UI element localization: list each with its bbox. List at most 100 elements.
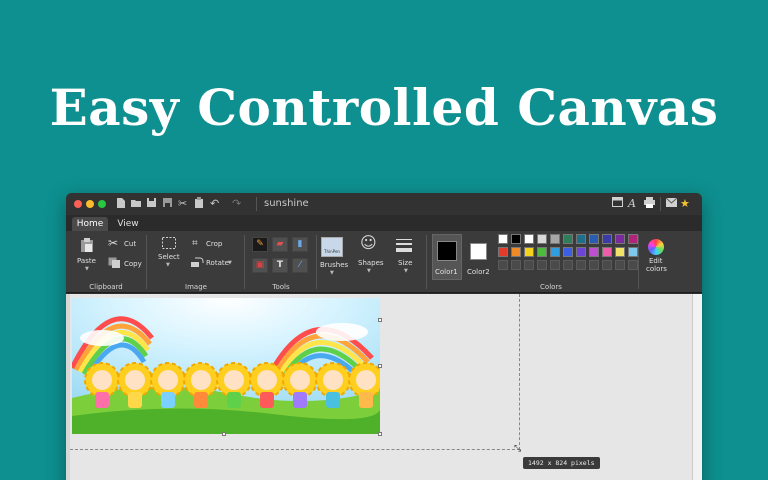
palette-swatch[interactable] [615, 260, 625, 270]
palette-swatch[interactable] [563, 247, 573, 257]
text-tool-icon[interactable]: T [272, 258, 288, 273]
title-right-divider [660, 197, 661, 211]
save-icon[interactable] [146, 197, 157, 212]
palette-swatch[interactable] [524, 247, 534, 257]
palette-swatch[interactable] [524, 260, 534, 270]
palette-swatch[interactable] [537, 247, 547, 257]
select-icon[interactable] [162, 237, 176, 251]
brushes-label[interactable]: Brushes [320, 261, 348, 269]
title-divider [256, 197, 257, 211]
document-title: sunshine [264, 198, 309, 209]
shapes-dropdown-icon[interactable]: ▼ [367, 268, 371, 274]
palette-swatch[interactable] [498, 234, 508, 244]
zoom-window-button[interactable] [98, 200, 106, 208]
paste-label[interactable]: Paste [77, 257, 96, 265]
select-dropdown-icon[interactable]: ▼ [166, 262, 170, 268]
palette-swatch[interactable] [576, 247, 586, 257]
ribbon-divider [426, 235, 427, 289]
resize-preview-outline [70, 294, 520, 450]
save-as-icon[interactable] [162, 197, 173, 212]
spray-tool-icon[interactable]: ▮ [292, 237, 308, 252]
color2-label[interactable]: Color2 [467, 268, 490, 276]
new-file-icon[interactable] [116, 197, 126, 213]
palette-swatch[interactable] [576, 260, 586, 270]
palette-swatch[interactable] [498, 260, 508, 270]
size-dropdown-icon[interactable]: ▼ [404, 268, 408, 274]
palette-swatch[interactable] [615, 234, 625, 244]
crop-label[interactable]: Crop [206, 240, 222, 248]
palette-swatch[interactable] [628, 234, 638, 244]
rotate-icon[interactable] [190, 257, 204, 270]
cut-icon[interactable]: ✂ [108, 237, 118, 249]
palette-swatch[interactable] [550, 260, 560, 270]
cut-quick-icon[interactable]: ✂ [178, 197, 187, 211]
palette-swatch[interactable] [589, 234, 599, 244]
edit-colors-label-1[interactable]: Edit [649, 257, 663, 265]
edit-colors-label-2[interactable]: colors [646, 265, 667, 273]
color1-swatch[interactable] [437, 241, 457, 261]
palette-swatch[interactable] [602, 247, 612, 257]
palette-swatch[interactable] [511, 234, 521, 244]
rotate-dropdown-icon[interactable]: ▼ [228, 260, 232, 266]
palette-swatch[interactable] [511, 247, 521, 257]
mail-icon[interactable] [665, 197, 678, 211]
palette-swatch[interactable] [537, 260, 547, 270]
palette-swatch[interactable] [628, 260, 638, 270]
palette-swatch[interactable] [602, 234, 612, 244]
brushes-icon[interactable]: ThinPen [321, 237, 343, 257]
eraser-tool-icon[interactable]: ▣ [252, 258, 268, 273]
pencil-tool-icon[interactable]: ✎ [252, 237, 268, 252]
palette-swatch[interactable] [602, 260, 612, 270]
color-picker-tool-icon[interactable]: ⁄ [292, 258, 308, 273]
palette-swatch[interactable] [537, 234, 547, 244]
print-icon[interactable] [644, 197, 655, 212]
paint-app-window: ✂ ↶ ↷ sunshine A ★ Home View Paste ▼ ✂ C… [66, 193, 702, 480]
canvas-size-tooltip: 1492 x 824 pixels [523, 457, 600, 469]
palette-swatch[interactable] [576, 234, 586, 244]
close-window-button[interactable] [74, 200, 82, 208]
copy-label[interactable]: Copy [124, 260, 142, 268]
shapes-label[interactable]: Shapes [358, 259, 384, 267]
star-icon[interactable]: ★ [680, 197, 690, 211]
undo-icon[interactable]: ↶ [210, 197, 219, 211]
color1-label[interactable]: Color1 [435, 268, 458, 276]
size-label[interactable]: Size [398, 259, 412, 267]
brush-preview-label: ThinPen [324, 249, 340, 254]
rotate-label[interactable]: Rotate [206, 259, 229, 267]
paste-icon[interactable] [80, 237, 94, 255]
window-layout-icon[interactable] [612, 197, 623, 211]
color2-swatch[interactable] [470, 243, 487, 260]
palette-swatch[interactable] [563, 234, 573, 244]
cut-label[interactable]: Cut [124, 240, 136, 248]
crop-icon[interactable]: ⌗ [192, 238, 198, 250]
redo-icon[interactable]: ↷ [232, 197, 241, 211]
palette-swatch[interactable] [550, 234, 560, 244]
palette-swatch[interactable] [563, 260, 573, 270]
vertical-scrollbar[interactable] [692, 294, 702, 480]
palette-swatch[interactable] [511, 260, 521, 270]
paste-dropdown-icon[interactable]: ▼ [85, 266, 89, 272]
copy-icon[interactable] [108, 257, 121, 271]
tab-view[interactable]: View [112, 217, 144, 231]
edit-colors-icon[interactable] [648, 239, 664, 255]
tab-home[interactable]: Home [72, 217, 108, 231]
text-font-icon[interactable]: A [628, 197, 636, 211]
ribbon-tabs: Home View [66, 215, 702, 231]
open-folder-icon[interactable] [130, 197, 142, 213]
palette-swatch[interactable] [550, 247, 560, 257]
minimize-window-button[interactable] [86, 200, 94, 208]
brushes-dropdown-icon[interactable]: ▼ [330, 270, 334, 276]
palette-swatch[interactable] [628, 247, 638, 257]
palette-swatch[interactable] [524, 234, 534, 244]
fill-bucket-tool-icon[interactable]: ▰ [272, 237, 288, 252]
shapes-icon[interactable]: ☺ [360, 235, 377, 251]
select-label[interactable]: Select [158, 253, 180, 261]
size-icon[interactable] [396, 239, 412, 255]
palette-swatch[interactable] [615, 247, 625, 257]
palette-swatch[interactable] [589, 247, 599, 257]
palette-swatch[interactable] [498, 247, 508, 257]
paste-quick-icon[interactable] [194, 197, 204, 213]
palette-swatch[interactable] [589, 260, 599, 270]
image-group-label: Image [185, 283, 207, 291]
ribbon-divider [316, 235, 317, 289]
